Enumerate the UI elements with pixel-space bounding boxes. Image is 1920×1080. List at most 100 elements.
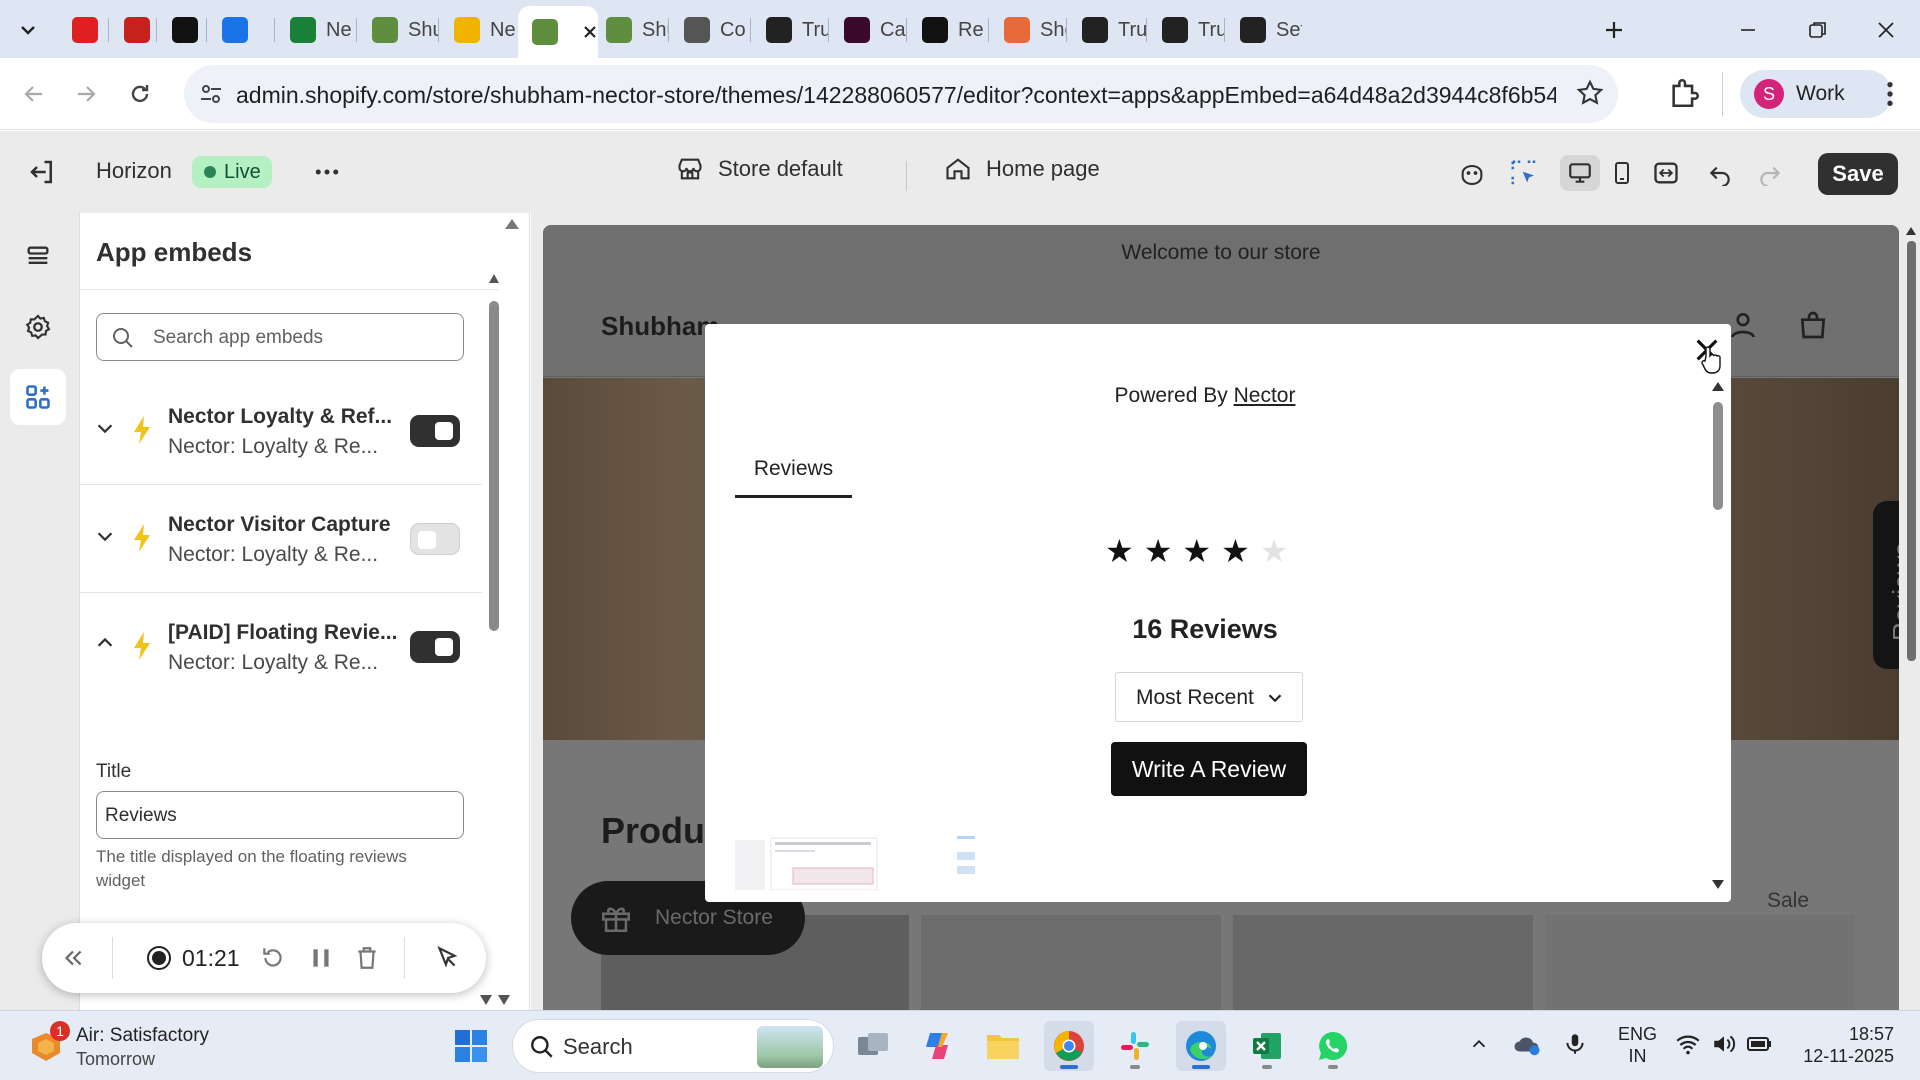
browser-tab[interactable]: Ne [276, 6, 356, 54]
restart-recording-icon[interactable] [260, 945, 286, 971]
save-button[interactable]: Save [1818, 153, 1898, 195]
task-view-icon[interactable] [848, 1021, 898, 1071]
weather-widget[interactable]: 1 Air: Satisfactory Tomorrow [28, 1021, 228, 1071]
theme-actions-more-icon[interactable] [312, 157, 342, 187]
undo-icon[interactable] [1700, 155, 1740, 191]
sort-dropdown[interactable]: Most Recent [1115, 672, 1303, 722]
exit-editor-icon[interactable] [26, 157, 58, 187]
chevron-down-icon[interactable] [94, 417, 116, 439]
review-media-thumbnails[interactable] [735, 830, 995, 890]
product-card-image[interactable] [1233, 915, 1533, 1010]
panel-scroll-up-arrow-icon[interactable] [504, 217, 520, 231]
browser-tab[interactable]: Tru [752, 6, 828, 54]
product-card-image[interactable] [1545, 915, 1855, 1010]
browser-tab[interactable]: Ne [440, 6, 516, 54]
edge-icon[interactable] [1176, 1021, 1226, 1071]
mobile-view-icon[interactable] [1602, 155, 1642, 191]
theme-settings-gear-icon[interactable] [10, 299, 66, 355]
bookmark-star-icon[interactable] [1576, 79, 1604, 107]
browser-tab[interactable] [58, 6, 108, 54]
title-input[interactable]: Reviews [96, 791, 464, 839]
modal-scrollbar[interactable] [1710, 380, 1726, 890]
browser-tab[interactable] [518, 6, 598, 58]
sections-icon[interactable] [10, 229, 66, 285]
panel-scroll-down-arrow-icon[interactable] [478, 993, 512, 1007]
modal-scroll-down-arrow-icon[interactable] [1710, 878, 1726, 890]
app-embed-toggle[interactable] [410, 631, 460, 663]
browser-tab[interactable]: Set [1226, 6, 1302, 54]
search-app-embeds-input[interactable]: Search app embeds [96, 313, 464, 361]
new-tab-plus-icon[interactable] [1596, 12, 1632, 48]
browser-tab[interactable] [110, 6, 156, 54]
browser-tab[interactable]: Shu [358, 6, 438, 54]
browser-tab[interactable]: Co [670, 6, 750, 54]
browser-tab[interactable]: Tru [1148, 6, 1224, 54]
app-embed-toggle[interactable] [410, 415, 460, 447]
copilot-icon[interactable] [912, 1021, 962, 1071]
forward-arrow-icon[interactable] [64, 72, 108, 116]
chrome-icon[interactable] [1044, 1021, 1094, 1071]
reload-icon[interactable] [118, 72, 162, 116]
desktop-view-icon[interactable] [1560, 155, 1600, 191]
chevron-down-icon[interactable] [94, 525, 116, 547]
write-review-button[interactable]: Write A Review [1111, 742, 1307, 796]
delete-recording-icon[interactable] [354, 945, 380, 971]
app-embeds-icon[interactable] [10, 369, 66, 425]
whatsapp-icon[interactable] [1308, 1021, 1358, 1071]
pause-recording-icon[interactable] [308, 945, 334, 971]
tab-search-chevron-icon[interactable] [10, 12, 46, 48]
tab-reviews[interactable]: Reviews [735, 457, 852, 481]
panel-scrollbar-thumb[interactable] [489, 301, 499, 631]
inspector-select-icon[interactable] [1504, 155, 1544, 191]
windows-start-icon[interactable] [446, 1021, 496, 1071]
fullscreen-view-icon[interactable] [1646, 155, 1686, 191]
minimize-window-icon[interactable] [1728, 10, 1768, 50]
chevron-up-icon[interactable] [94, 633, 116, 655]
site-info-icon[interactable] [198, 81, 224, 107]
tray-overflow-chevron-icon[interactable] [1468, 1033, 1490, 1055]
volume-icon[interactable] [1710, 1031, 1738, 1057]
collapse-recorder-icon[interactable] [60, 945, 86, 971]
cart-bag-icon[interactable] [1797, 309, 1829, 341]
preview-scrollbar[interactable] [1904, 225, 1918, 1010]
browser-tab[interactable] [158, 6, 206, 54]
profile-button[interactable]: S Work [1740, 70, 1892, 118]
redo-icon[interactable] [1750, 155, 1790, 191]
account-icon[interactable] [1727, 309, 1759, 341]
panel-scrollbar[interactable] [488, 273, 500, 643]
input-language-indicator[interactable]: ENG IN [1618, 1023, 1657, 1067]
preview-scrollbar-thumb[interactable] [1907, 241, 1916, 661]
app-embed-toggle[interactable] [410, 523, 460, 555]
restore-window-icon[interactable] [1798, 10, 1838, 50]
ai-assistant-icon[interactable] [1452, 155, 1492, 191]
browser-tab[interactable] [208, 6, 274, 54]
floating-reviews-tab[interactable]: Reviews [1873, 501, 1899, 669]
excel-icon[interactable] [1242, 1021, 1292, 1071]
app-embed-row[interactable]: [PAID] Floating Revie... Nector: Loyalty … [80, 593, 482, 701]
browser-tab[interactable]: Re [908, 6, 988, 54]
microphone-icon[interactable] [1562, 1029, 1588, 1059]
slack-icon[interactable] [1110, 1021, 1160, 1071]
template-selector[interactable]: Store default [676, 155, 843, 183]
nector-link[interactable]: Nector [1234, 384, 1296, 407]
address-bar[interactable]: admin.shopify.com/store/shubham-nector-s… [184, 65, 1618, 123]
extensions-puzzle-icon[interactable] [1668, 76, 1702, 110]
browser-tab[interactable]: Caf [830, 6, 906, 54]
page-selector[interactable]: Home page [944, 155, 1100, 183]
app-embed-row[interactable]: Nector Loyalty & Ref... Nector: Loyalty &… [80, 377, 482, 485]
app-embed-row[interactable]: Nector Visitor Capture Nector: Loyalty & … [80, 485, 482, 593]
battery-icon[interactable] [1746, 1031, 1774, 1057]
modal-scrollbar-thumb[interactable] [1713, 402, 1723, 510]
file-explorer-icon[interactable] [978, 1021, 1028, 1071]
wifi-icon[interactable] [1674, 1031, 1702, 1057]
browser-tab[interactable]: Shu [592, 6, 668, 54]
product-card-image[interactable] [921, 915, 1221, 1010]
close-window-icon[interactable] [1866, 10, 1906, 50]
onedrive-icon[interactable] [1512, 1029, 1542, 1059]
system-clock[interactable]: 18:57 12-11-2025 [1794, 1023, 1894, 1067]
back-arrow-icon[interactable] [12, 72, 56, 116]
browser-tab[interactable]: Tru [1068, 6, 1148, 54]
taskbar-search-box[interactable]: Search [512, 1019, 834, 1073]
browser-tab[interactable]: She [990, 6, 1066, 54]
browser-menu-icon[interactable] [1874, 76, 1906, 112]
